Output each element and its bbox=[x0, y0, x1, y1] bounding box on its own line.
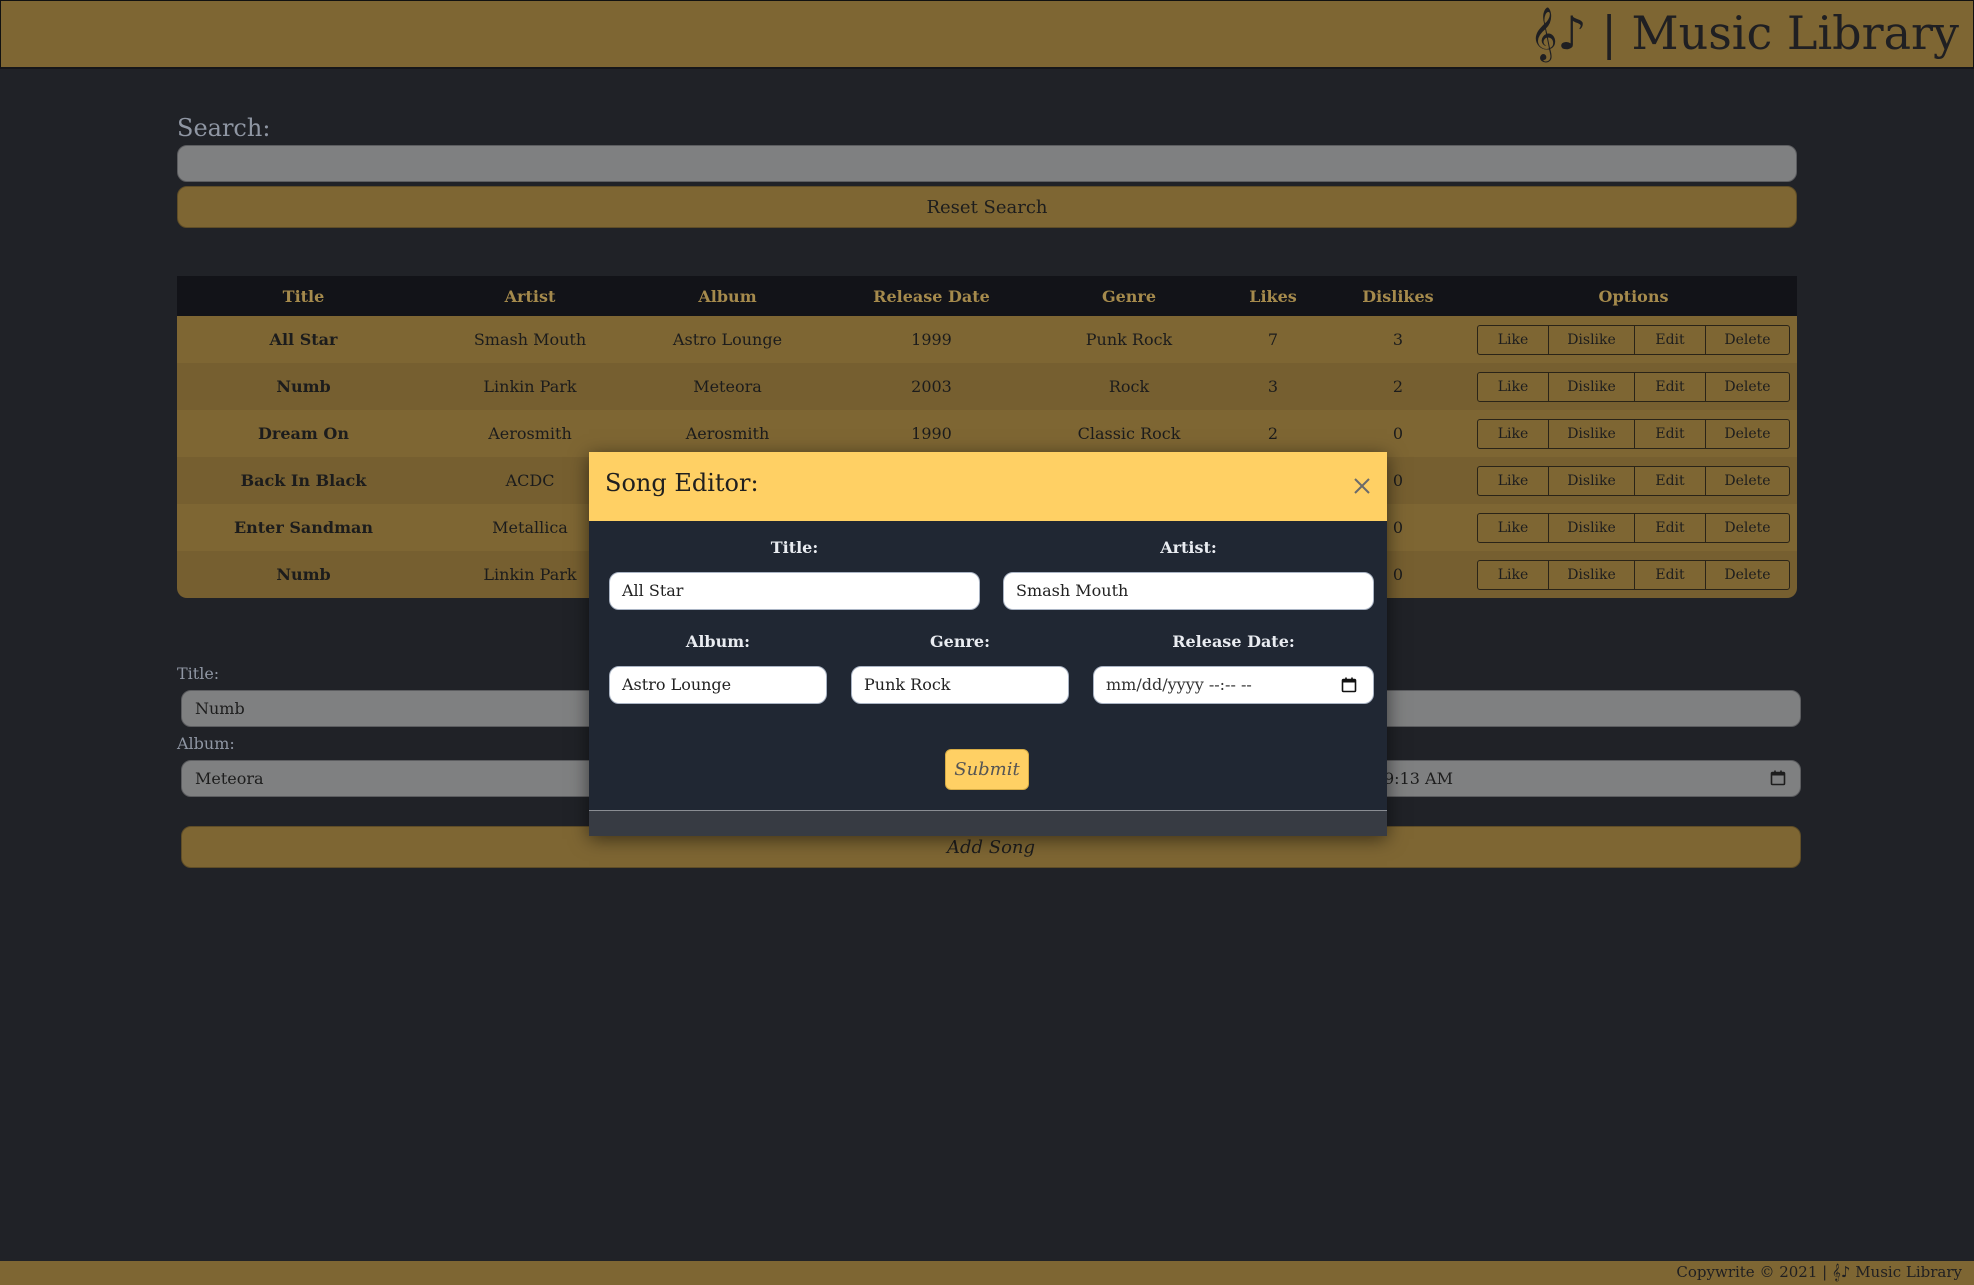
cell-options: Like Dislike Edit Delete bbox=[1470, 504, 1797, 551]
modal-genre-input[interactable]: Punk Rock bbox=[851, 666, 1069, 704]
modal-title-label: Title: bbox=[770, 538, 819, 557]
cell-release-date: 1990 bbox=[911, 424, 952, 443]
cell-options: Like Dislike Edit Delete bbox=[1470, 410, 1797, 457]
modal-genre-label: Genre: bbox=[930, 632, 990, 651]
cell-title: Dream On bbox=[258, 424, 349, 443]
modal-album-input[interactable]: Astro Lounge bbox=[609, 666, 827, 704]
dislike-button[interactable]: Dislike bbox=[1548, 512, 1635, 543]
cell-options: Like Dislike Edit Delete bbox=[1470, 363, 1797, 410]
modal-artist-input[interactable]: Smash Mouth bbox=[1003, 572, 1374, 610]
footer-text: Copywrite © 2021 | 𝄞♪ Music Library bbox=[1676, 1263, 1962, 1281]
modal-release-date-placeholder: mm/dd/yyyy --:-- -- bbox=[1106, 675, 1252, 694]
column-header-genre: Genre bbox=[1101, 286, 1157, 306]
column-header-title: Title bbox=[282, 286, 325, 306]
cell-likes: 2 bbox=[1267, 424, 1279, 443]
cell-likes: 3 bbox=[1267, 377, 1279, 396]
modal-release-date-input[interactable]: mm/dd/yyyy --:-- -- bbox=[1093, 666, 1374, 704]
table-row: All Star Smash Mouth Astro Lounge 1999 P… bbox=[177, 316, 1797, 363]
cell-options: Like Dislike Edit Delete bbox=[1470, 457, 1797, 504]
dislike-button[interactable]: Dislike bbox=[1548, 418, 1635, 449]
column-header-dislikes: Dislikes bbox=[1362, 286, 1434, 306]
cell-genre: Punk Rock bbox=[1085, 330, 1173, 349]
edit-button[interactable]: Edit bbox=[1634, 512, 1706, 543]
cell-album: Aerosmith bbox=[685, 424, 770, 443]
cell-likes: 7 bbox=[1267, 330, 1279, 349]
cell-album: Astro Lounge bbox=[672, 330, 783, 349]
like-button[interactable]: Like bbox=[1477, 371, 1549, 402]
cell-genre: Rock bbox=[1108, 377, 1150, 396]
delete-button[interactable]: Delete bbox=[1705, 324, 1790, 355]
add-release-date-input[interactable]: 9:13 AM bbox=[1370, 760, 1801, 797]
calendar-icon[interactable] bbox=[1770, 770, 1786, 786]
delete-button[interactable]: Delete bbox=[1705, 559, 1790, 590]
search-label: Search: bbox=[177, 114, 271, 142]
column-header-release-date: Release Date bbox=[873, 286, 990, 306]
cell-title: Back In Black bbox=[240, 471, 367, 490]
cell-artist: Smash Mouth bbox=[473, 330, 587, 349]
song-editor-modal: Song Editor: Title: All Star Artist: Sma… bbox=[589, 452, 1387, 836]
navbar: 𝄞♪ | Music Library bbox=[0, 0, 1974, 69]
like-button[interactable]: Like bbox=[1477, 512, 1549, 543]
modal-title-input[interactable]: All Star bbox=[609, 572, 980, 610]
modal-album-label: Album: bbox=[685, 632, 751, 651]
cell-options: Like Dislike Edit Delete bbox=[1470, 316, 1797, 363]
cell-options: Like Dislike Edit Delete bbox=[1470, 551, 1797, 598]
cell-release-date: 2003 bbox=[911, 377, 952, 396]
dislike-button[interactable]: Dislike bbox=[1548, 559, 1635, 590]
cell-dislikes: 0 bbox=[1392, 424, 1404, 443]
footer: Copywrite © 2021 | 𝄞♪ Music Library bbox=[0, 1261, 1974, 1285]
cell-title: Enter Sandman bbox=[233, 518, 374, 537]
table-row: Dream On Aerosmith Aerosmith 1990 Classi… bbox=[177, 410, 1797, 457]
modal-release-date-label: Release Date: bbox=[1172, 632, 1295, 651]
reset-search-button[interactable]: Reset Search bbox=[177, 186, 1797, 228]
modal-title: Song Editor: bbox=[605, 469, 759, 497]
add-release-date-value: 9:13 AM bbox=[1384, 769, 1453, 788]
edit-button[interactable]: Edit bbox=[1634, 324, 1706, 355]
cell-genre: Classic Rock bbox=[1077, 424, 1181, 443]
like-button[interactable]: Like bbox=[1477, 559, 1549, 590]
cell-artist: Aerosmith bbox=[488, 424, 572, 443]
table-header-row: Title Artist Album Release Date Genre Li… bbox=[177, 276, 1797, 316]
cell-title: Numb bbox=[276, 565, 331, 584]
cell-release-date: 1999 bbox=[911, 330, 952, 349]
cell-dislikes: 3 bbox=[1392, 330, 1404, 349]
like-button[interactable]: Like bbox=[1477, 324, 1549, 355]
column-header-likes: Likes bbox=[1249, 286, 1297, 306]
like-button[interactable]: Like bbox=[1477, 465, 1549, 496]
cell-dislikes: 2 bbox=[1392, 377, 1404, 396]
brand-title[interactable]: 𝄞♪ | Music Library bbox=[1530, 3, 1959, 63]
column-header-artist: Artist bbox=[504, 286, 556, 306]
delete-button[interactable]: Delete bbox=[1705, 418, 1790, 449]
dislike-button[interactable]: Dislike bbox=[1548, 465, 1635, 496]
edit-button[interactable]: Edit bbox=[1634, 371, 1706, 402]
modal-header: Song Editor: bbox=[589, 452, 1387, 521]
column-header-album: Album bbox=[698, 286, 757, 306]
calendar-icon[interactable] bbox=[1341, 677, 1357, 693]
delete-button[interactable]: Delete bbox=[1705, 512, 1790, 543]
delete-button[interactable]: Delete bbox=[1705, 371, 1790, 402]
modal-artist-label: Artist: bbox=[1160, 538, 1217, 557]
modal-footer bbox=[589, 810, 1387, 836]
dislike-button[interactable]: Dislike bbox=[1548, 371, 1635, 402]
search-input[interactable] bbox=[177, 145, 1797, 182]
close-icon[interactable] bbox=[1347, 471, 1377, 501]
submit-button[interactable]: Submit bbox=[945, 749, 1029, 790]
table-row: Numb Linkin Park Meteora 2003 Rock 3 2 L… bbox=[177, 363, 1797, 410]
cell-title: All Star bbox=[269, 330, 338, 349]
edit-button[interactable]: Edit bbox=[1634, 559, 1706, 590]
edit-button[interactable]: Edit bbox=[1634, 418, 1706, 449]
add-album-label: Album: bbox=[177, 734, 235, 753]
cell-artist: Linkin Park bbox=[483, 377, 577, 396]
delete-button[interactable]: Delete bbox=[1705, 465, 1790, 496]
column-header-options: Options bbox=[1598, 286, 1669, 306]
add-title-label: Title: bbox=[177, 664, 220, 683]
dislike-button[interactable]: Dislike bbox=[1548, 324, 1635, 355]
edit-button[interactable]: Edit bbox=[1634, 465, 1706, 496]
cell-title: Numb bbox=[276, 377, 331, 396]
cell-album: Meteora bbox=[693, 377, 762, 396]
like-button[interactable]: Like bbox=[1477, 418, 1549, 449]
